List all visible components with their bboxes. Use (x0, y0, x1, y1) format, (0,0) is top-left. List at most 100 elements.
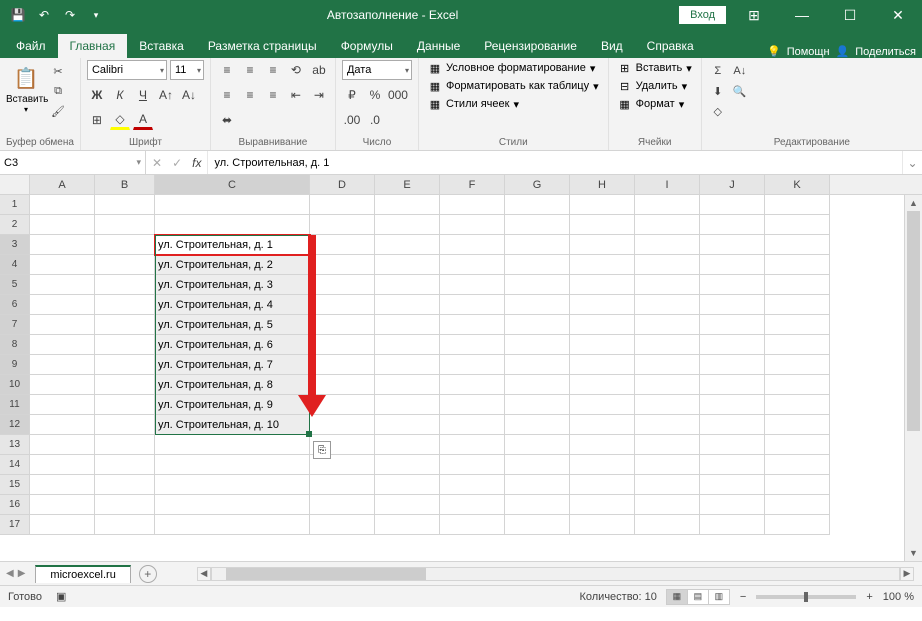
scroll-right-icon[interactable]: ▶ (900, 567, 914, 581)
tab-review[interactable]: Рецензирование (472, 34, 589, 58)
cell[interactable] (765, 295, 830, 315)
format-cells-button[interactable]: ▦Формат▾ (615, 96, 695, 112)
cell[interactable] (765, 255, 830, 275)
cell[interactable] (635, 315, 700, 335)
find-select-icon[interactable]: 🔍 (730, 82, 750, 100)
cell[interactable] (375, 435, 440, 455)
horizontal-scrollbar[interactable]: ◀ ▶ (197, 567, 914, 581)
cell[interactable] (440, 335, 505, 355)
maximize-icon[interactable]: ☐ (830, 0, 870, 30)
cell[interactable] (505, 255, 570, 275)
decrease-indent-icon[interactable]: ⇤ (286, 85, 306, 105)
cell[interactable] (635, 415, 700, 435)
sheet-tab[interactable]: microexcel.ru (35, 565, 130, 583)
save-icon[interactable]: 💾 (8, 5, 28, 25)
zoom-slider[interactable] (756, 595, 856, 599)
cell[interactable] (95, 475, 155, 495)
tab-file[interactable]: Файл (4, 34, 58, 58)
cell[interactable] (30, 315, 95, 335)
row-header[interactable]: 2 (0, 215, 30, 235)
cell[interactable] (635, 275, 700, 295)
cell[interactable]: ул. Строительная, д. 9 (155, 395, 310, 415)
cell[interactable] (310, 275, 375, 295)
cell[interactable] (155, 475, 310, 495)
orientation-icon[interactable]: ⟲ (286, 60, 306, 80)
cell[interactable] (95, 215, 155, 235)
cell[interactable] (765, 275, 830, 295)
cell[interactable] (570, 455, 635, 475)
cell[interactable] (155, 455, 310, 475)
cell[interactable] (95, 235, 155, 255)
cell[interactable] (30, 475, 95, 495)
cell[interactable] (95, 395, 155, 415)
cell[interactable] (700, 275, 765, 295)
cell[interactable] (310, 475, 375, 495)
cell[interactable] (635, 295, 700, 315)
tab-insert[interactable]: Вставка (127, 34, 196, 58)
paste-button[interactable]: 📋 Вставить ▾ (6, 60, 46, 114)
col-header[interactable]: D (310, 175, 375, 194)
cell[interactable] (765, 195, 830, 215)
cell[interactable] (155, 495, 310, 515)
cell[interactable] (635, 215, 700, 235)
cell[interactable] (570, 375, 635, 395)
cell[interactable] (505, 275, 570, 295)
cell[interactable]: ул. Строительная, д. 4 (155, 295, 310, 315)
cell[interactable] (310, 235, 375, 255)
cell[interactable] (375, 415, 440, 435)
cell[interactable] (375, 495, 440, 515)
cell[interactable] (700, 355, 765, 375)
cell[interactable] (505, 395, 570, 415)
cell[interactable] (30, 215, 95, 235)
scrollbar-thumb[interactable] (226, 568, 426, 580)
col-header[interactable]: E (375, 175, 440, 194)
cell[interactable] (505, 355, 570, 375)
cell[interactable] (310, 195, 375, 215)
cell[interactable] (95, 355, 155, 375)
cell[interactable] (310, 495, 375, 515)
cell[interactable]: ул. Строительная, д. 3 (155, 275, 310, 295)
fill-color-icon[interactable]: ◇ (110, 110, 130, 130)
cell[interactable] (765, 415, 830, 435)
cell[interactable]: ул. Строительная, д. 8 (155, 375, 310, 395)
cell[interactable] (765, 355, 830, 375)
cell[interactable] (30, 255, 95, 275)
page-break-view-icon[interactable]: ▥ (708, 589, 730, 605)
cell[interactable] (375, 315, 440, 335)
align-bottom-icon[interactable]: ≡ (263, 60, 283, 80)
cell[interactable] (310, 395, 375, 415)
cell[interactable] (700, 335, 765, 355)
cell[interactable] (30, 195, 95, 215)
cell[interactable] (635, 255, 700, 275)
cell[interactable] (765, 455, 830, 475)
cell[interactable] (375, 295, 440, 315)
cell[interactable] (375, 195, 440, 215)
cell[interactable] (440, 375, 505, 395)
cell[interactable] (570, 275, 635, 295)
cell[interactable] (375, 375, 440, 395)
number-format-combo[interactable]: Дата (342, 60, 412, 80)
cell[interactable] (310, 355, 375, 375)
increase-indent-icon[interactable]: ⇥ (309, 85, 329, 105)
cell[interactable] (440, 215, 505, 235)
row-header[interactable]: 11 (0, 395, 30, 415)
cell[interactable] (375, 455, 440, 475)
cell[interactable] (95, 295, 155, 315)
cell[interactable]: ул. Строительная, д. 6 (155, 335, 310, 355)
row-header[interactable]: 4 (0, 255, 30, 275)
col-header[interactable]: F (440, 175, 505, 194)
scroll-up-icon[interactable]: ▲ (905, 195, 922, 211)
tell-me-icon[interactable]: 💡 (767, 45, 781, 58)
cell[interactable] (505, 415, 570, 435)
cell[interactable] (30, 495, 95, 515)
row-header[interactable]: 16 (0, 495, 30, 515)
row-header[interactable]: 7 (0, 315, 30, 335)
align-middle-icon[interactable]: ≡ (240, 60, 260, 80)
cell[interactable] (310, 215, 375, 235)
cell[interactable] (570, 435, 635, 455)
cell[interactable]: ул. Строительная, д. 2 (155, 255, 310, 275)
clear-icon[interactable]: ◇ (708, 102, 728, 120)
cell[interactable] (310, 335, 375, 355)
cell[interactable] (700, 395, 765, 415)
ribbon-options-icon[interactable]: ⊞ (734, 0, 774, 30)
